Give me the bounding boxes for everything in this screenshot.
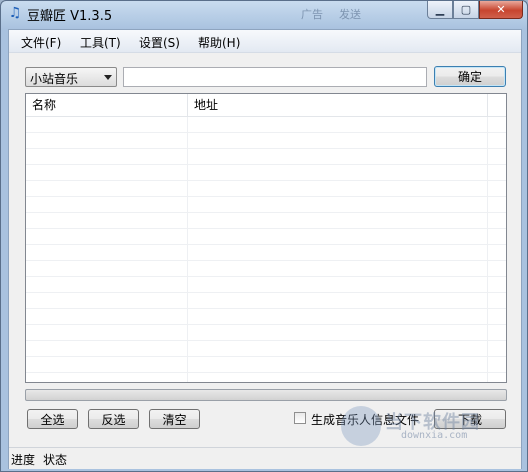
close-icon: ✕ (496, 3, 506, 16)
musician-info-label[interactable]: 生成音乐人信息文件 (311, 411, 419, 428)
url-input[interactable] (123, 67, 427, 87)
status-progress-label: 进度 (11, 453, 36, 467)
close-button[interactable]: ✕ (479, 1, 523, 19)
minimize-button[interactable]: ▁ (427, 1, 453, 19)
status-bar: 进度 状态 (9, 447, 521, 469)
status-state-label: 状态 (43, 453, 68, 467)
column-header-name[interactable]: 名称 (26, 94, 188, 116)
column-divider (187, 117, 188, 382)
clear-button[interactable]: 清空 (149, 409, 200, 429)
source-select-value: 小站音乐 (30, 72, 79, 86)
menu-file[interactable]: 文件(F) (21, 34, 61, 51)
list-body[interactable] (26, 117, 506, 382)
menu-settings[interactable]: 设置(S) (139, 34, 180, 51)
maximize-icon: ▢ (460, 3, 472, 16)
chevron-down-icon (104, 75, 112, 80)
menu-help[interactable]: 帮助(H) (198, 34, 240, 51)
music-note-icon: ♫ (8, 5, 22, 21)
menu-tools[interactable]: 工具(T) (80, 34, 121, 51)
background-ghost-text: 发送 (339, 8, 361, 21)
title-bar[interactable]: ♫ 豆瓣匠 V1.3.5 广告 发送 ▁ ▢ ✕ (1, 1, 527, 27)
progress-bar (25, 389, 507, 401)
invert-selection-button[interactable]: 反选 (88, 409, 139, 429)
window-title: 豆瓣匠 V1.3.5 (27, 9, 113, 24)
download-button[interactable]: 下载 (434, 409, 506, 429)
minimize-icon: ▁ (435, 3, 445, 16)
menu-bar: 文件(F) 工具(T) 设置(S) 帮助(H) (9, 30, 521, 53)
column-divider (487, 117, 488, 382)
background-ghost-text: 广告 (301, 8, 323, 21)
list-header: 名称 地址 (26, 94, 506, 117)
confirm-button[interactable]: 确定 (434, 66, 506, 87)
column-header-address[interactable]: 地址 (188, 94, 488, 116)
caption-buttons: ▁ ▢ ✕ (427, 1, 523, 20)
app-window: ♫ 豆瓣匠 V1.3.5 广告 发送 ▁ ▢ ✕ 文件(F) 工具(T) 设置(… (0, 0, 528, 472)
maximize-button[interactable]: ▢ (453, 1, 479, 19)
song-list[interactable]: 名称 地址 (25, 93, 507, 383)
select-all-button[interactable]: 全选 (27, 409, 78, 429)
musician-info-checkbox[interactable] (294, 412, 306, 424)
client-area: 文件(F) 工具(T) 设置(S) 帮助(H) 小站音乐 确定 名称 地址 全选… (8, 29, 522, 469)
source-select[interactable]: 小站音乐 (25, 67, 117, 87)
